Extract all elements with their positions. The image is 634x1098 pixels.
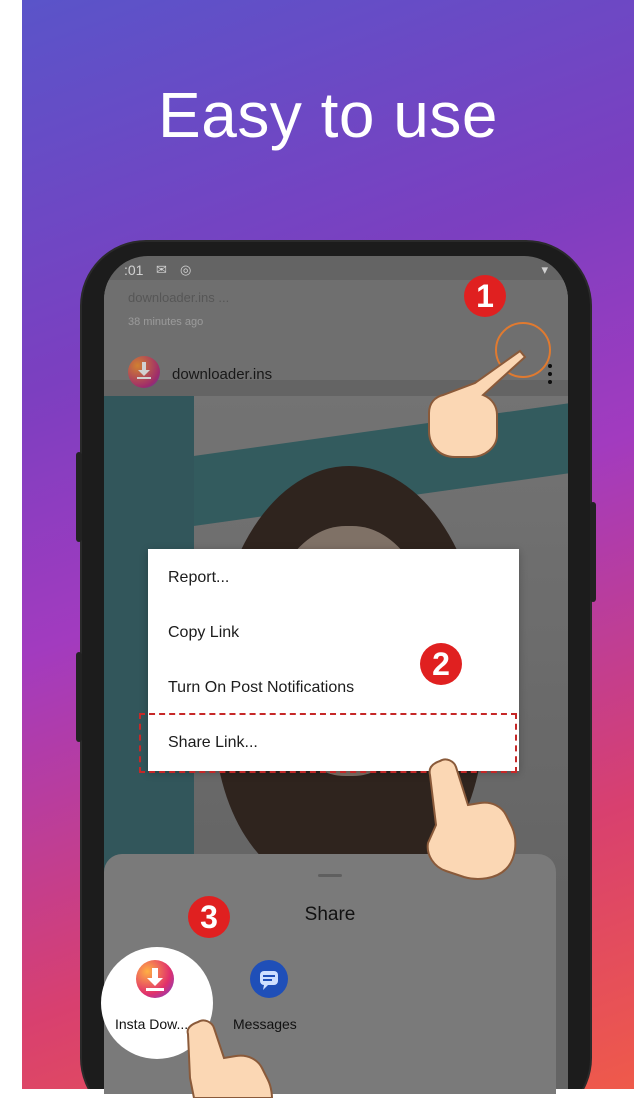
messages-icon[interactable] <box>250 960 288 998</box>
side-button <box>590 502 596 602</box>
step-marker-2: 2 <box>420 643 462 685</box>
app-label-insta-download[interactable]: Insta Dow... <box>115 1016 188 1032</box>
volume-button <box>76 452 82 542</box>
menu-item-report[interactable]: Report... <box>168 569 229 587</box>
sheet-handle[interactable] <box>318 874 342 877</box>
pointing-hand-icon <box>428 349 527 458</box>
headline: Easy to use <box>158 79 498 151</box>
menu-item-copy-link[interactable]: Copy Link <box>168 624 239 642</box>
share-sheet-title: Share <box>304 904 356 925</box>
step-marker-1: 1 <box>464 275 506 317</box>
menu-item-post-notifications[interactable]: Turn On Post Notifications <box>168 679 354 697</box>
pointing-hand-icon-2 <box>426 758 517 880</box>
power-button <box>76 652 82 742</box>
insta-download-icon[interactable] <box>136 960 174 998</box>
step-marker-3: 3 <box>188 896 230 938</box>
pointing-hand-icon-3 <box>186 1019 274 1098</box>
